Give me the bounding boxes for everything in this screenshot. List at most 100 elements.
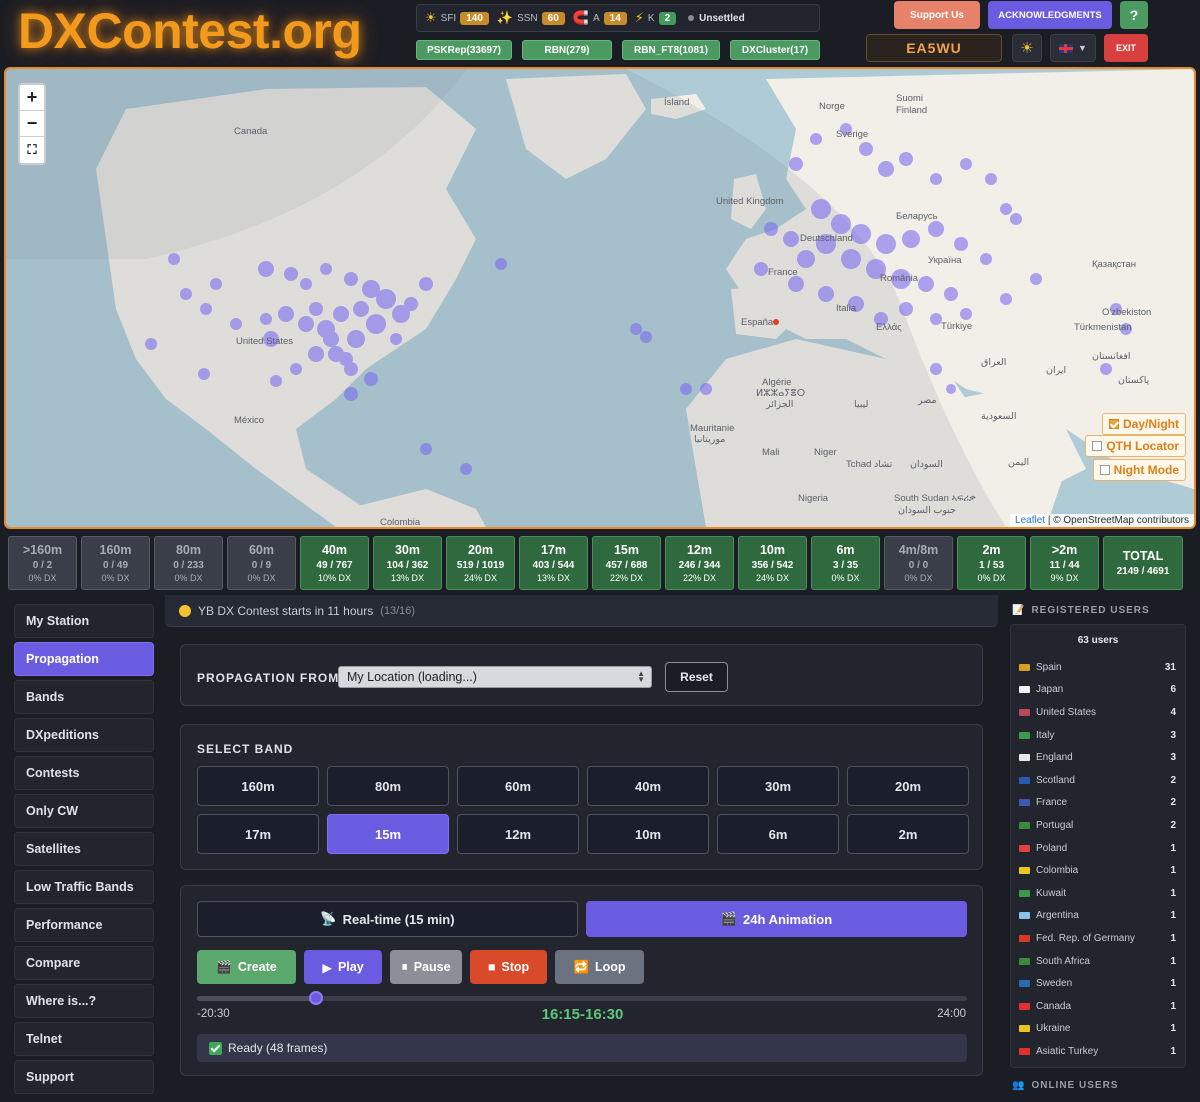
sidebar-item-only-cw[interactable]: Only CW <box>14 794 154 828</box>
feed-pskreporter[interactable]: PSKRep(33697) <box>416 40 512 60</box>
country-flag-icon <box>1019 686 1030 694</box>
band-stat-80m[interactable]: 80m 0 / 233 0% DX <box>154 536 223 590</box>
realtime-mode-button[interactable]: 📡 Real-time (15 min) <box>197 901 578 937</box>
clapperboard-icon: 🎬 <box>720 911 738 926</box>
country-name: Argentina <box>1036 910 1079 922</box>
band-stat-6m[interactable]: 6m 3 / 35 0% DX <box>811 536 880 590</box>
band-button-20m[interactable]: 20m <box>847 766 969 806</box>
band-stat-dx: 0% DX <box>247 573 276 583</box>
country-count: 1 <box>1170 1045 1176 1057</box>
country-name: Portugal <box>1036 819 1074 831</box>
band-stat-30m[interactable]: 30m 104 / 362 13% DX <box>373 536 442 590</box>
country-flag-icon <box>1019 889 1030 897</box>
site-logo[interactable]: DXContest.org <box>18 2 362 60</box>
sidebar-item-satellites[interactable]: Satellites <box>14 832 154 866</box>
support-us-button[interactable]: Support Us <box>894 1 980 29</box>
theme-toggle-button[interactable]: ☀ <box>1012 34 1042 62</box>
user-country-row: Japan 6 <box>1011 679 1185 702</box>
sidebar-item-compare[interactable]: Compare <box>14 946 154 980</box>
band-stat-160m[interactable]: 160m 0 / 49 0% DX <box>81 536 150 590</box>
sidebar-item-support[interactable]: Support <box>14 1060 154 1094</box>
band-button-17m[interactable]: 17m <box>197 814 319 854</box>
select-band-panel: SELECT BAND 160m 80m 60m 40m 30m 20m 17m 15m 12m… <box>180 724 983 870</box>
zoom-out-button[interactable]: − <box>20 111 44 137</box>
band-stat-count: 104 / 362 <box>386 560 429 571</box>
band-stat-name: 30m <box>394 543 421 557</box>
geomag-status: Unsettled <box>699 12 745 24</box>
band-stat-20m[interactable]: 20m 519 / 1019 24% DX <box>446 536 515 590</box>
sidebar-item-performance[interactable]: Performance <box>14 908 154 942</box>
user-country-row: Spain 31 <box>1011 656 1185 679</box>
band-stat-dx: 13% DX <box>536 573 571 583</box>
sidebar-item-where-is[interactable]: Where is...? <box>14 984 154 1018</box>
create-button[interactable]: 🎬 Create <box>197 950 296 984</box>
stop-button[interactable]: ■ Stop <box>470 950 547 984</box>
night-mode-toggle[interactable]: Night Mode <box>1092 459 1186 481</box>
feed-rbn[interactable]: RBN(279) <box>522 40 612 60</box>
band-button-10m[interactable]: 10m <box>587 814 709 854</box>
a-label: A <box>592 12 600 24</box>
band-button-160m[interactable]: 160m <box>197 766 319 806</box>
country-count: 2 <box>1170 819 1176 831</box>
sidebar-item-low-traffic-bands[interactable]: Low Traffic Bands <box>14 870 154 904</box>
band-stat-40m[interactable]: 40m 49 / 767 10% DX <box>300 536 369 590</box>
loop-label: Loop <box>595 960 626 974</box>
band-stat-4m8m[interactable]: 4m/8m 0 / 0 0% DX <box>884 536 953 590</box>
band-button-80m[interactable]: 80m <box>327 766 449 806</box>
feed-dxcluster[interactable]: DXCluster(17) <box>730 40 820 60</box>
band-button-40m[interactable]: 40m <box>587 766 709 806</box>
country-count: 1 <box>1170 865 1176 877</box>
exit-button[interactable]: EXIT <box>1104 34 1148 62</box>
help-button[interactable]: ? <box>1120 1 1148 29</box>
leaflet-link[interactable]: Leaflet <box>1015 515 1045 526</box>
band-button-60m[interactable]: 60m <box>457 766 579 806</box>
band-button-12m[interactable]: 12m <box>457 814 579 854</box>
location-select[interactable]: My Location (loading...) ▲ ▼ <box>338 666 652 688</box>
band-stat-160m[interactable]: >160m 0 / 2 0% DX <box>8 536 77 590</box>
band-stat-15m[interactable]: 15m 457 / 688 22% DX <box>592 536 661 590</box>
timeline-current: 16:15-16:30 <box>541 1006 624 1023</box>
timeline-slider[interactable] <box>197 991 967 1005</box>
propagation-map[interactable]: Canada United States México Colombia Ísl… <box>4 67 1196 529</box>
band-stat-10m[interactable]: 10m 356 / 542 24% DX <box>738 536 807 590</box>
clapperboard-icon: 🎬 <box>216 959 232 974</box>
sidebar-item-dxpeditions[interactable]: DXpeditions <box>14 718 154 752</box>
feed-rbn-ft8[interactable]: RBN_FT8(1081) <box>622 40 720 60</box>
fullscreen-icon[interactable]: ⛶ <box>20 137 44 163</box>
band-stat-name: 80m <box>175 543 202 557</box>
banner-text: YB DX Contest starts in 11 hours <box>198 603 374 618</box>
band-stat-12m[interactable]: 12m 246 / 344 22% DX <box>665 536 734 590</box>
day-night-toggle[interactable]: Day/Night <box>1101 413 1186 435</box>
pause-button[interactable]: ⏸ Pause <box>390 950 462 984</box>
band-stat-2m[interactable]: >2m 11 / 44 9% DX <box>1030 536 1099 590</box>
zoom-in-button[interactable]: + <box>20 85 44 111</box>
pause-icon: ⏸ <box>401 959 408 974</box>
band-stat-2m[interactable]: 2m 1 / 53 0% DX <box>957 536 1026 590</box>
sidebar-item-my-station[interactable]: My Station <box>14 604 154 638</box>
acknowledgments-button[interactable]: ACKNOWLEDGMENTS <box>988 1 1112 29</box>
header: DXContest.org ☀ SFI 140 ✨ SSN 60 🧲 A 14 ⚡ K 2 Un… <box>0 0 1200 66</box>
band-stat-17m[interactable]: 17m 403 / 544 13% DX <box>519 536 588 590</box>
band-button-15m[interactable]: 15m <box>327 814 449 854</box>
sidebar-item-bands[interactable]: Bands <box>14 680 154 714</box>
sidebar-item-propagation[interactable]: Propagation <box>14 642 154 676</box>
qth-locator-toggle[interactable]: QTH Locator <box>1085 435 1186 457</box>
animation-mode-button[interactable]: 🎬 24h Animation <box>586 901 967 937</box>
sidebar-item-contests[interactable]: Contests <box>14 756 154 790</box>
band-stat-dx: 9% DX <box>1050 573 1079 583</box>
sidebar-item-telnet[interactable]: Telnet <box>14 1022 154 1056</box>
map-label: Suomi <box>896 93 923 104</box>
language-select[interactable]: ▼ <box>1050 34 1096 62</box>
map-canvas[interactable]: Canada United States México Colombia Ísl… <box>6 69 1194 527</box>
reset-button[interactable]: Reset <box>665 662 728 692</box>
map-label: السعودية <box>981 411 1017 422</box>
band-button-6m[interactable]: 6m <box>717 814 839 854</box>
loop-icon: 🔁 <box>573 959 590 974</box>
band-stat-count: 0 / 9 <box>251 560 272 571</box>
play-button[interactable]: ▶ Play <box>304 950 382 984</box>
band-stat-60m[interactable]: 60m 0 / 9 0% DX <box>227 536 296 590</box>
loop-button[interactable]: 🔁 Loop <box>555 950 644 984</box>
band-button-2m[interactable]: 2m <box>847 814 969 854</box>
timeline-handle[interactable] <box>309 991 323 1005</box>
band-button-30m[interactable]: 30m <box>717 766 839 806</box>
